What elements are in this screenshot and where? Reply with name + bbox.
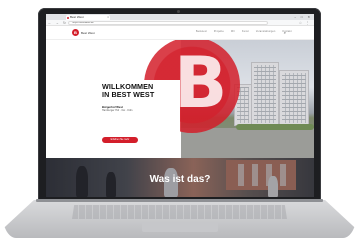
building-image	[251, 62, 279, 126]
hero-address: Hamburger Hof · 3xx · Köln	[102, 109, 133, 112]
laptop-hinge	[36, 199, 323, 202]
street-image	[181, 128, 314, 158]
logo-text[interactable]: Best West	[81, 31, 95, 35]
hero-section: B WILLKOMMEN IN BEST WEST Bürgerhof West…	[46, 40, 314, 158]
main-nav: Bestwest Projekte Wir Kunst Veranstaltun…	[196, 31, 292, 33]
nav-item-bestwest[interactable]: Bestwest	[196, 31, 207, 33]
intro-section: Was ist das?	[46, 158, 314, 197]
nav-item-veranstaltungen[interactable]: Veranstaltungen	[256, 31, 276, 33]
hero-title: WILLKOMMEN IN BEST WEST	[102, 82, 155, 100]
site-header: B Best West Bestwest Projekte Wir Kunst …	[46, 26, 314, 40]
building-image	[279, 70, 309, 126]
tab-title: Best West	[70, 15, 84, 19]
nav-item-projekte[interactable]: Projekte	[214, 31, 224, 33]
webcam-icon	[177, 10, 180, 13]
nav-item-kunst[interactable]: Kunst	[242, 31, 249, 33]
section-title: Was ist das?	[149, 174, 211, 185]
nav-item-wir[interactable]: Wir	[231, 31, 235, 33]
keyboard	[72, 205, 287, 219]
laptop-screen: Best West × – □ ✕ ← → ↻ https://bestwest…	[46, 14, 314, 197]
search-icon[interactable]: ⌕	[284, 30, 286, 35]
grass-image	[236, 124, 314, 130]
logo-icon[interactable]: B	[72, 29, 79, 36]
address-bar[interactable]: https://bestwest.de	[68, 21, 268, 25]
learn-more-button[interactable]: Erfahren Sie mehr	[102, 137, 138, 143]
hero-card: WILLKOMMEN IN BEST WEST Bürgerhof West H…	[98, 80, 180, 148]
trackpad	[142, 222, 218, 232]
favicon-icon	[67, 16, 69, 19]
